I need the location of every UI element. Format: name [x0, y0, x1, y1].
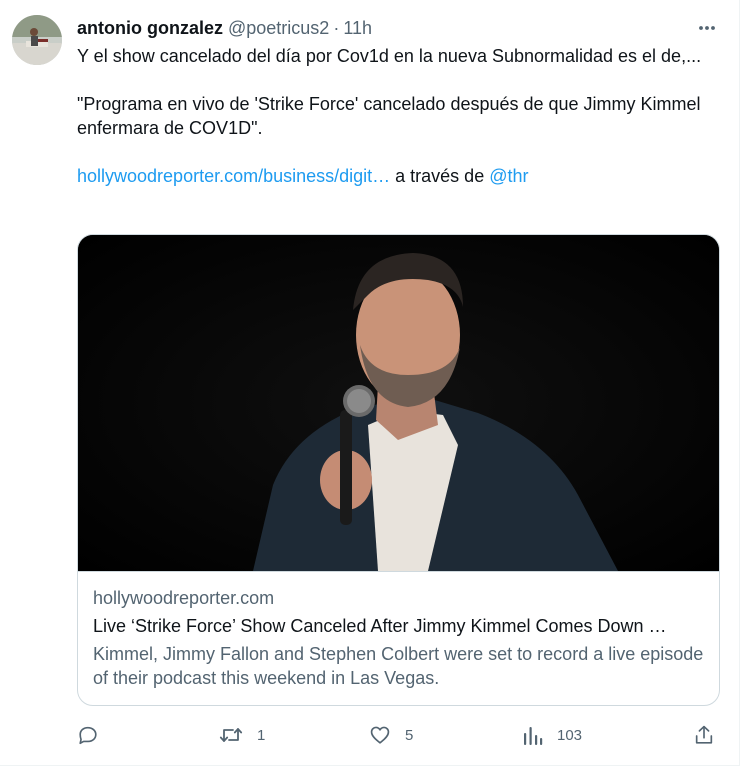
link-card[interactable]: hollywoodreporter.com Live ‘Strike Force… [77, 234, 720, 706]
like-button[interactable]: 5 [369, 720, 413, 750]
share-icon [693, 724, 715, 746]
card-description: Kimmel, Jimmy Fallon and Stephen Colbert… [93, 644, 704, 688]
more-options-button[interactable] [695, 18, 719, 42]
heart-icon [369, 724, 391, 746]
retweet-count: 1 [257, 726, 266, 744]
views-button[interactable]: 103 [523, 720, 582, 750]
views-count: 103 [557, 726, 583, 744]
card-domain: hollywoodreporter.com [93, 588, 275, 608]
tweet-text: Y el show cancelado del día por Cov1d en… [77, 44, 717, 188]
reply-icon [77, 724, 99, 746]
tweet-timestamp[interactable]: 11h [343, 18, 372, 39]
card-title: Live ‘Strike Force’ Show Canceled After … [93, 616, 667, 636]
card-image[interactable] [78, 235, 719, 571]
tweet-actions: 1 5 103 [77, 720, 717, 750]
avatar[interactable] [12, 15, 62, 65]
tweet-text-line1: Y el show cancelado del día por Cov1d en… [77, 46, 702, 66]
card-meta: hollywoodreporter.com Live ‘Strike Force… [78, 571, 719, 690]
reply-button[interactable] [77, 720, 113, 750]
like-count: 5 [405, 726, 414, 744]
photo-man-with-microphone-icon [78, 235, 719, 571]
retweet-icon [219, 724, 243, 746]
views-chart-icon [523, 724, 543, 746]
tweet-text-source: hollywoodreporter.com/business/digit… a … [77, 164, 717, 188]
author-handle[interactable]: @poetricus2 [228, 18, 329, 39]
more-icon [697, 18, 717, 43]
retweet-button[interactable]: 1 [219, 720, 265, 750]
tweet[interactable]: antonio gonzalez @poetricus2 · 11h Y el … [0, 0, 740, 766]
mention-link[interactable]: @thr [489, 166, 528, 186]
article-link[interactable]: hollywoodreporter.com/business/digit… [77, 166, 390, 186]
tweet-header: antonio gonzalez @poetricus2 · 11h [77, 16, 372, 40]
author-display-name[interactable]: antonio gonzalez [77, 18, 223, 39]
header-separator: · [333, 17, 340, 38]
share-button[interactable] [693, 720, 715, 750]
tweet-text-quote: "Programa en vivo de 'Strike Force' canc… [77, 94, 701, 138]
via-text: a través de [390, 166, 490, 186]
